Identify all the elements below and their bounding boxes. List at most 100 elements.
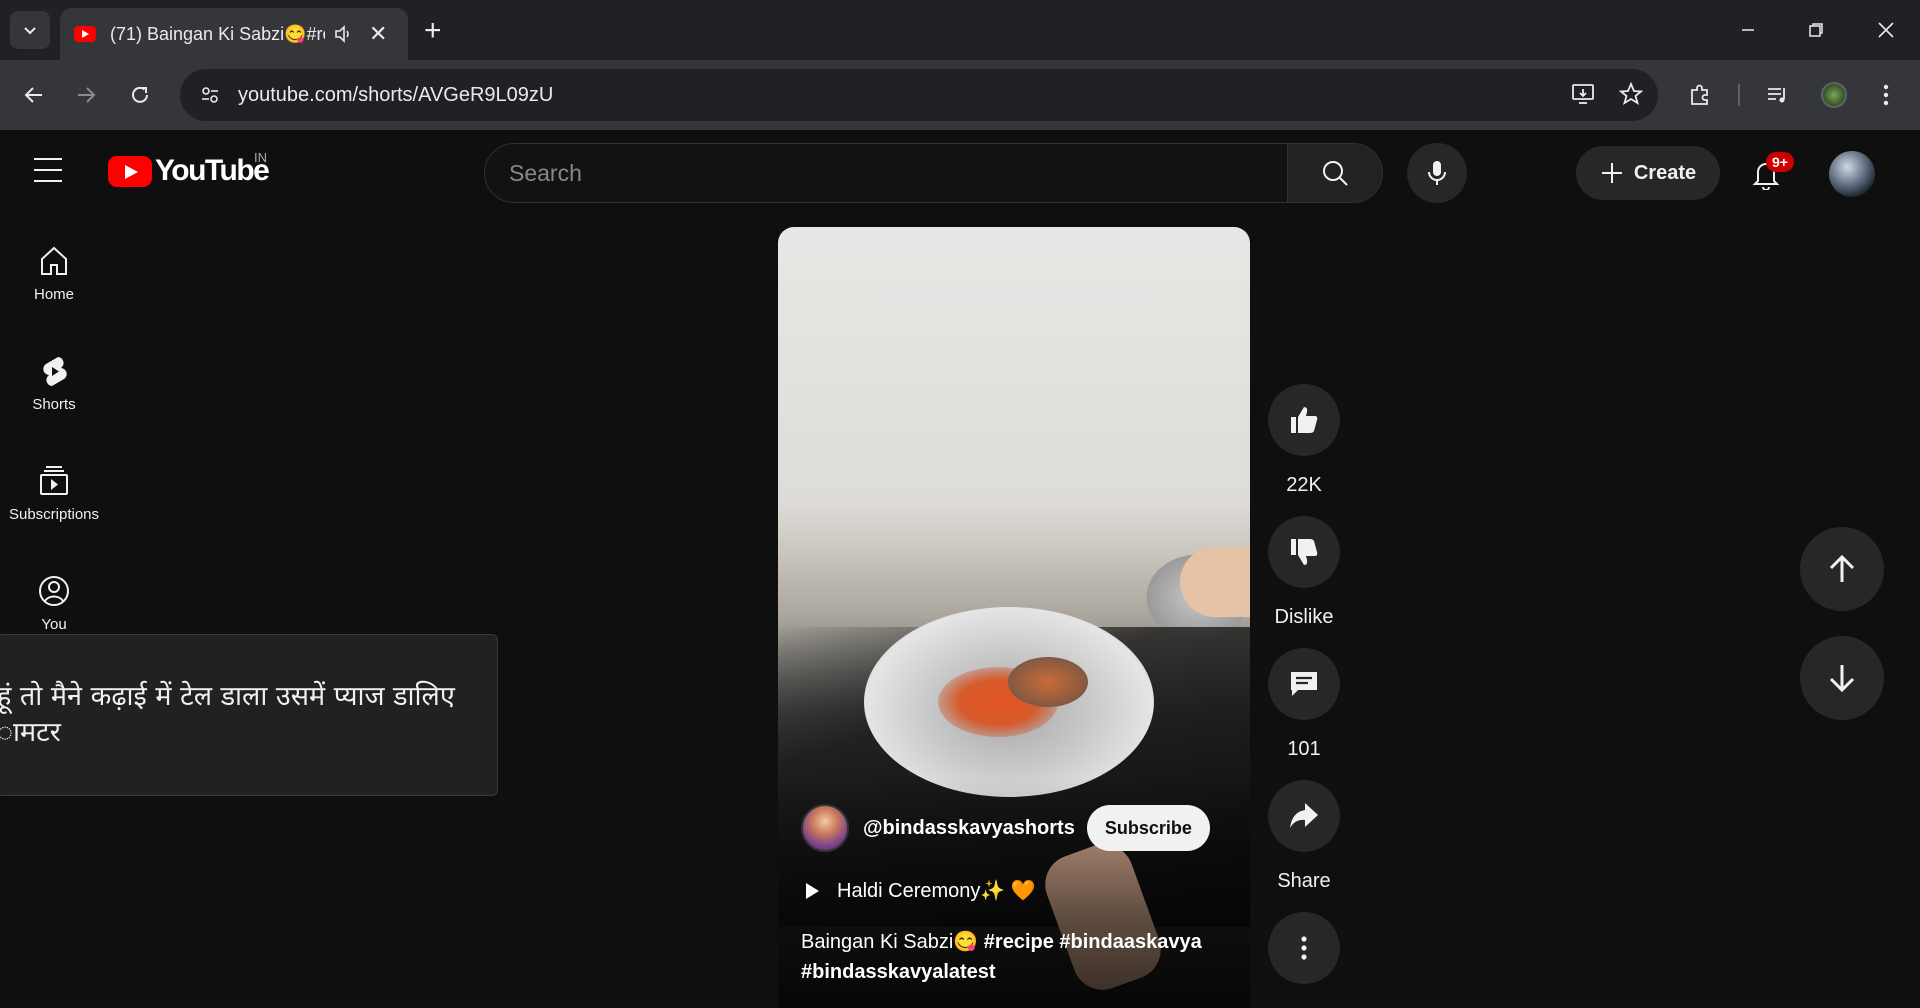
reload-icon: [132, 86, 148, 103]
restore-icon: [1809, 23, 1823, 37]
search-icon: [1323, 161, 1348, 186]
minimize-icon: [1742, 29, 1754, 31]
share-button[interactable]: [1268, 780, 1340, 852]
sidebar-item-you[interactable]: You: [0, 574, 108, 633]
video-frame-spoon: [1008, 657, 1088, 707]
youtube-favicon-icon: [74, 26, 96, 42]
like-count: 22K: [1286, 474, 1322, 496]
arrow-left-icon: [24, 87, 42, 103]
play-icon: [806, 882, 819, 899]
next-short-button[interactable]: [1800, 636, 1884, 720]
more-vertical-icon: [1301, 936, 1307, 960]
media-control-button[interactable]: [1760, 77, 1796, 113]
home-icon: [41, 246, 67, 275]
arrow-right-icon: [78, 87, 96, 103]
new-tab-button[interactable]: +: [424, 14, 442, 48]
search-input[interactable]: [509, 159, 1209, 187]
comments-action[interactable]: 101: [1268, 648, 1340, 761]
tab-close-icon[interactable]: ✕: [369, 21, 387, 47]
browser-toolbar: youtube.com/shorts/AVGeR9L09zU: [0, 60, 1920, 130]
caption-line-2: ामटर: [0, 717, 61, 748]
site-settings-icon[interactable]: [184, 69, 236, 121]
short-video-player[interactable]: @bindasskavyashorts Subscribe Haldi Cere…: [778, 227, 1250, 1008]
subscriptions-icon: [40, 466, 68, 495]
share-arrow-icon: [1290, 803, 1318, 828]
guide-menu-button[interactable]: [34, 158, 72, 188]
arrow-down-icon: [1829, 665, 1855, 693]
channel-avatar[interactable]: [801, 804, 849, 852]
dislike-label: Dislike: [1274, 606, 1334, 628]
caption-line-1: हूं तो मैने कढ़ाई में टेल डाला उसमें प्य…: [0, 681, 455, 712]
share-label: Share: [1277, 870, 1331, 892]
bookmark-star-icon[interactable]: [1618, 81, 1644, 107]
speaker-icon[interactable]: [333, 24, 353, 44]
browser-tab-active[interactable]: (71) Baingan Ki Sabzi😋#recipe ✕: [60, 8, 408, 60]
you-icon: [39, 576, 69, 606]
account-avatar[interactable]: [1829, 151, 1875, 197]
video-title[interactable]: Baingan Ki Sabzi😋 #recipe #bindaaskavya …: [801, 927, 1231, 987]
reload-button[interactable]: [122, 77, 158, 113]
sidebar-item-shorts[interactable]: Shorts: [0, 354, 108, 413]
previous-short-button[interactable]: [1800, 527, 1884, 611]
music-link[interactable]: Haldi Ceremony✨ 🧡: [806, 878, 1036, 903]
more-vertical-icon: [1883, 84, 1889, 106]
media-queue-icon: [1768, 88, 1785, 103]
profile-avatar: [1821, 82, 1847, 108]
microphone-icon: [1428, 161, 1446, 185]
browser-tab-strip: (71) Baingan Ki Sabzi😋#recipe ✕ +: [0, 0, 1920, 60]
chevron-down-icon: [24, 27, 36, 35]
profile-button[interactable]: [1816, 77, 1852, 113]
create-button[interactable]: Create: [1576, 146, 1720, 200]
music-title: Haldi Ceremony✨ 🧡: [837, 880, 1036, 902]
sidebar-item-label: Home: [33, 286, 74, 303]
comment-icon: [1291, 672, 1317, 696]
restore-button[interactable]: [1792, 10, 1840, 50]
tab-title: (71) Baingan Ki Sabzi😋#recipe: [110, 23, 325, 44]
notification-badge: 9+: [1766, 152, 1794, 172]
youtube-play-icon: [108, 155, 152, 187]
browser-menu-button[interactable]: [1868, 77, 1904, 113]
tab-search-button[interactable]: [10, 11, 50, 49]
sidebar-item-label: You: [41, 616, 67, 633]
arrow-up-icon: [1829, 554, 1855, 582]
create-label: Create: [1633, 161, 1697, 184]
more-action[interactable]: [1268, 912, 1340, 984]
sidebar-item-label: Shorts: [32, 396, 76, 413]
minimize-button[interactable]: [1724, 10, 1772, 50]
thumbs-up-icon: [1291, 407, 1318, 433]
like-action[interactable]: 22K: [1268, 384, 1340, 497]
video-frame-hand: [1180, 547, 1250, 617]
sidebar-item-home[interactable]: Home: [0, 244, 108, 303]
search-button[interactable]: [1287, 143, 1383, 203]
comments-button[interactable]: [1268, 648, 1340, 720]
menu-icon: [34, 158, 62, 160]
channel-name[interactable]: @bindasskavyashorts: [863, 817, 1075, 840]
address-bar[interactable]: youtube.com/shorts/AVGeR9L09zU: [180, 69, 1658, 121]
youtube-logo[interactable]: YouTube: [108, 154, 270, 188]
install-app-icon[interactable]: [1570, 81, 1596, 107]
extensions-button[interactable]: [1682, 77, 1718, 113]
more-options-button[interactable]: [1268, 912, 1340, 984]
video-hashtags[interactable]: #recipe #bindaaskavya: [984, 931, 1202, 953]
share-action[interactable]: Share: [1268, 780, 1340, 893]
puzzle-icon: [1691, 84, 1708, 105]
voice-search-button[interactable]: [1407, 143, 1467, 203]
like-button[interactable]: [1268, 384, 1340, 456]
url-text: youtube.com/shorts/AVGeR9L09zU: [238, 83, 554, 106]
dislike-button[interactable]: [1268, 516, 1340, 588]
search-box[interactable]: [484, 143, 1288, 203]
forward-button[interactable]: [68, 77, 104, 113]
thumbs-down-icon: [1291, 539, 1318, 565]
subscribe-button[interactable]: Subscribe: [1086, 805, 1210, 851]
logo-text: YouTube: [155, 154, 270, 187]
back-button[interactable]: [16, 77, 52, 113]
channel-row: @bindasskavyashorts Subscribe: [801, 804, 1210, 852]
dislike-action[interactable]: Dislike: [1268, 516, 1340, 629]
sidebar-item-subscriptions[interactable]: Subscriptions: [0, 464, 108, 523]
youtube-header: YouTube IN Create 9+: [0, 130, 1920, 216]
video-hashtags-2[interactable]: #bindasskavyalatest: [801, 961, 996, 983]
shorts-icon: [43, 357, 67, 386]
close-window-button[interactable]: [1862, 10, 1910, 50]
plus-icon: [1601, 163, 1622, 183]
comment-count: 101: [1287, 738, 1321, 760]
